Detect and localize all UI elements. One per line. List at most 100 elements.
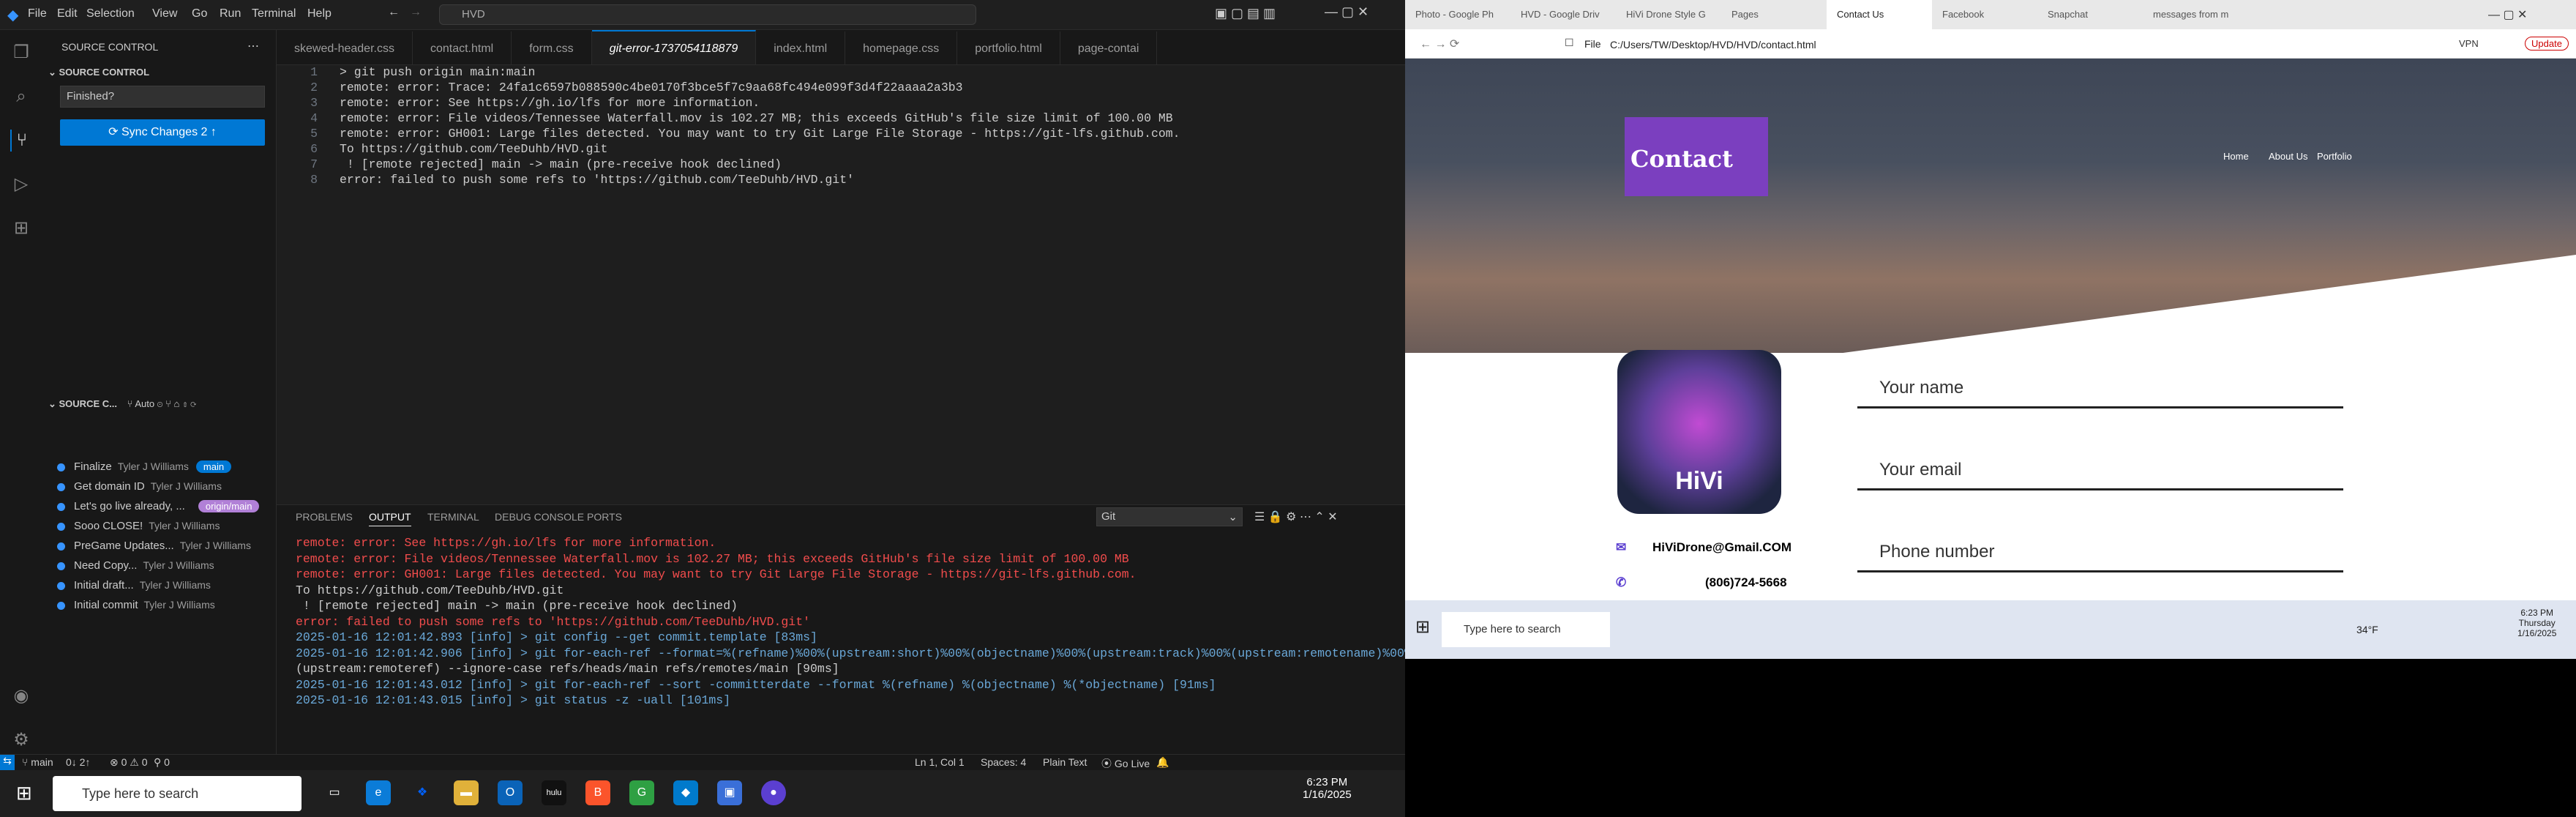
search-icon[interactable]: ⌕ <box>10 86 32 108</box>
notifications-icon[interactable]: 🔔 <box>1156 756 1169 769</box>
explorer-icon[interactable]: ❐ <box>10 42 32 64</box>
update-button[interactable]: Update <box>2525 37 2569 51</box>
line-number: 7 <box>310 157 318 171</box>
bookmark-icon[interactable]: ☐ <box>1565 37 1574 49</box>
nav-buttons-icon[interactable]: ← → ⟳ <box>1420 37 1459 51</box>
app-icon-2[interactable]: ● <box>761 780 786 805</box>
brave-icon[interactable]: B <box>585 780 610 805</box>
remote-icon[interactable]: ⇆ <box>0 755 15 771</box>
nav-home[interactable]: Home <box>2223 151 2249 162</box>
dropbox-icon[interactable]: ❖ <box>410 780 435 805</box>
tab-terminal[interactable]: TERMINAL <box>427 511 479 523</box>
editor-tab[interactable]: index.html <box>756 31 846 64</box>
menu-edit[interactable]: Edit <box>57 7 78 20</box>
editor[interactable]: 1 > git push origin main:main 2 remote: err… <box>277 65 1405 504</box>
editor-tab[interactable]: form.css <box>512 31 592 64</box>
browser-tab[interactable]: Pages <box>1721 0 1827 29</box>
email-field[interactable]: Your email <box>1857 439 2343 490</box>
cursor-position[interactable]: Ln 1, Col 1 <box>915 756 965 768</box>
site-logo[interactable]: Contact <box>1625 117 1768 196</box>
github-desktop-icon[interactable]: G <box>629 780 654 805</box>
hero-section: Contact Home About Us Portfolio <box>1405 59 2576 411</box>
windows-start-icon[interactable]: ⊞ <box>16 782 32 805</box>
more-actions-icon[interactable]: ⋯ <box>247 39 259 53</box>
name-field[interactable]: Your name <box>1857 357 2343 409</box>
sync-status[interactable]: 0↓ 2↑ <box>66 756 90 768</box>
editor-tab[interactable]: portfolio.html <box>957 31 1060 64</box>
app-icon[interactable]: ▣ <box>717 780 742 805</box>
editor-tab[interactable]: contact.html <box>413 31 512 64</box>
menu-view[interactable]: View <box>152 7 177 20</box>
task-view-icon[interactable]: ▭ <box>322 780 347 805</box>
branch-status[interactable]: ⑂ main <box>22 756 53 768</box>
go-live-button[interactable]: ⦿ Go Live <box>1101 756 1150 771</box>
menu-run[interactable]: Run <box>220 7 241 20</box>
weather[interactable]: 34°F <box>2356 624 2378 635</box>
tab-debug-console[interactable]: DEBUG CONSOLE <box>495 511 584 523</box>
editor-tab[interactable]: homepage.css <box>845 31 958 64</box>
account-icon[interactable]: ◉ <box>10 685 32 707</box>
ports-status[interactable]: ⚲ 0 <box>154 756 170 769</box>
back-arrow-icon[interactable]: ← <box>388 6 400 19</box>
nav-about[interactable]: About Us <box>2269 151 2307 162</box>
layout-icon[interactable]: ▣ ▢ ▤ ▥ <box>1215 6 1276 21</box>
file-explorer-icon[interactable]: ▬ <box>454 780 479 805</box>
window-controls[interactable]: — ▢ ✕ <box>2488 7 2527 22</box>
menu-terminal[interactable]: Terminal <box>252 7 296 20</box>
graph-header[interactable]: ⌄ SOURCE C... ⑂ Auto ⊙ ⑂ ⌂ ⇧ ⟳ <box>48 398 196 410</box>
editor-tab[interactable]: skewed-header.css <box>277 31 413 64</box>
output-channel-select[interactable]: Git ⌄ <box>1096 507 1243 526</box>
commit-row[interactable]: Let's go live already, ... origin/main <box>57 500 260 520</box>
commit-row[interactable]: Need Copy... Tyler J Williams <box>57 559 214 579</box>
commit-row[interactable]: Get domain ID Tyler J Williams <box>57 480 222 500</box>
windows-start-icon[interactable]: ⊞ <box>1415 616 1430 638</box>
command-center[interactable]: HVD <box>439 4 976 25</box>
hulu-icon[interactable]: hulu <box>542 780 566 805</box>
menu-selection[interactable]: Selection <box>86 7 135 20</box>
phone-field[interactable]: Phone number <box>1857 521 2343 572</box>
editor-tab[interactable]: git-error-1737054118879 <box>591 30 757 64</box>
tab-output[interactable]: OUTPUT <box>369 511 411 526</box>
sync-changes-button[interactable]: ⟳ Sync Changes 2 ↑ <box>60 119 265 146</box>
section-header[interactable]: ⌄ SOURCE CONTROL <box>48 67 149 78</box>
browser-tab[interactable]: Photo - Google Ph <box>1405 0 1510 29</box>
nav-portfolio[interactable]: Portfolio <box>2317 151 2352 162</box>
browser-tab[interactable]: HVD - Google Driv <box>1510 0 1616 29</box>
vscode-taskbar-icon[interactable]: ◆ <box>673 780 698 805</box>
menu-go[interactable]: Go <box>192 7 207 20</box>
commit-row[interactable]: Initial commit Tyler J Williams <box>57 599 215 619</box>
commit-row[interactable]: Initial draft... Tyler J Williams <box>57 579 211 599</box>
clock-2[interactable]: 6:23 PM Thursday 1/16/2025 <box>2517 608 2556 638</box>
commit-row[interactable]: Finalize Tyler J Williams main <box>57 460 232 480</box>
clock[interactable]: 6:23 PM 1/16/2025 <box>1303 776 1352 801</box>
commit-row[interactable]: Sooo CLOSE! Tyler J Williams <box>57 520 220 540</box>
panel-actions-icon[interactable]: ☰ 🔒 ⚙ ⋯ ⌃ ✕ <box>1254 510 1338 524</box>
taskbar-search[interactable]: Type here to search <box>53 776 302 811</box>
indentation[interactable]: Spaces: 4 <box>981 756 1026 768</box>
run-debug-icon[interactable]: ▷ <box>10 174 32 195</box>
menu-help[interactable]: Help <box>307 7 332 20</box>
forward-arrow-icon[interactable]: → <box>410 6 422 19</box>
tab-problems[interactable]: PROBLEMS <box>296 511 353 523</box>
window-controls[interactable]: — ▢ ✕ <box>1325 4 1368 20</box>
outlook-icon[interactable]: O <box>498 780 523 805</box>
taskbar-search-2[interactable]: Type here to search <box>1442 612 1610 647</box>
language-mode[interactable]: Plain Text <box>1043 756 1087 768</box>
settings-gear-icon[interactable]: ⚙ <box>10 729 32 751</box>
browser-tab[interactable]: HiVi Drone Style G <box>1616 0 1721 29</box>
tab-ports[interactable]: PORTS <box>587 511 622 523</box>
browser-tab[interactable]: Snapchat <box>2037 0 2143 29</box>
commit-row[interactable]: PreGame Updates... Tyler J Williams <box>57 540 251 559</box>
url-field[interactable]: C:/Users/TW/Desktop/HVD/HVD/contact.html <box>1610 35 2342 54</box>
extensions-icon[interactable]: ⊞ <box>10 217 32 239</box>
browser-tab[interactable]: Contact Us <box>1827 0 1932 29</box>
problems-status[interactable]: ⊗ 0 ⚠ 0 <box>110 756 148 769</box>
browser-tab[interactable]: messages from m <box>2143 0 2248 29</box>
browser-tab[interactable]: Facebook <box>1932 0 2037 29</box>
menu-file[interactable]: File <box>28 7 47 20</box>
editor-tab[interactable]: page-contai <box>1060 31 1158 64</box>
edge-icon[interactable]: e <box>366 780 391 805</box>
source-control-icon[interactable]: ⑂ <box>10 130 32 152</box>
commit-message-input[interactable]: Finished? <box>60 86 265 108</box>
vpn-button[interactable]: VPN <box>2459 38 2479 49</box>
